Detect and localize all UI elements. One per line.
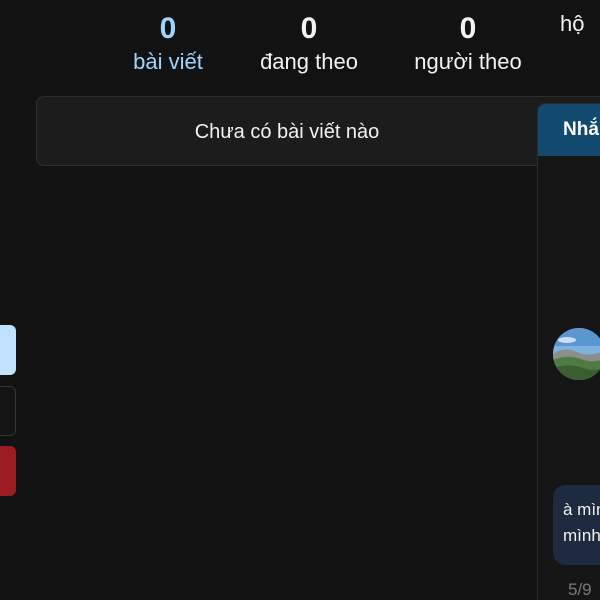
avatar[interactable] xyxy=(553,328,600,380)
stat-groups[interactable]: hộ xyxy=(560,10,600,38)
stat-posts-count: 0 xyxy=(159,12,177,45)
chat-message-text: à mìn mình xyxy=(563,500,600,545)
stat-posts-label: bài viết xyxy=(133,49,203,74)
profile-page: 0 bài viết 0 đang theo 0 người theo hộ C… xyxy=(0,0,600,600)
chat-header[interactable]: Nhắ xyxy=(538,104,600,156)
stat-posts[interactable]: 0 bài viết xyxy=(118,10,218,76)
chat-panel: Nhắ à mìn mình 5/9 xyxy=(537,103,600,600)
chat-message-bubble[interactable]: à mìn mình xyxy=(553,485,600,565)
stat-followers[interactable]: 0 người theo xyxy=(406,10,530,76)
stat-following[interactable]: 0 đang theo xyxy=(250,10,368,76)
stat-followers-label: người theo xyxy=(414,49,522,74)
avatar-landscape-image xyxy=(553,328,600,380)
stat-following-label: đang theo xyxy=(260,49,358,74)
posts-card: Chưa có bài viết nào xyxy=(36,96,600,166)
side-action-button-danger[interactable] xyxy=(0,446,16,496)
stat-groups-label: hộ xyxy=(560,11,585,36)
stat-followers-count: 0 xyxy=(459,12,477,45)
chat-char-counter: 5/9 xyxy=(568,580,592,599)
side-action-button-primary[interactable] xyxy=(0,325,16,375)
posts-empty-message: Chưa có bài viết nào xyxy=(194,121,380,143)
side-action-button-secondary[interactable] xyxy=(0,386,16,436)
stat-following-count: 0 xyxy=(300,12,318,45)
